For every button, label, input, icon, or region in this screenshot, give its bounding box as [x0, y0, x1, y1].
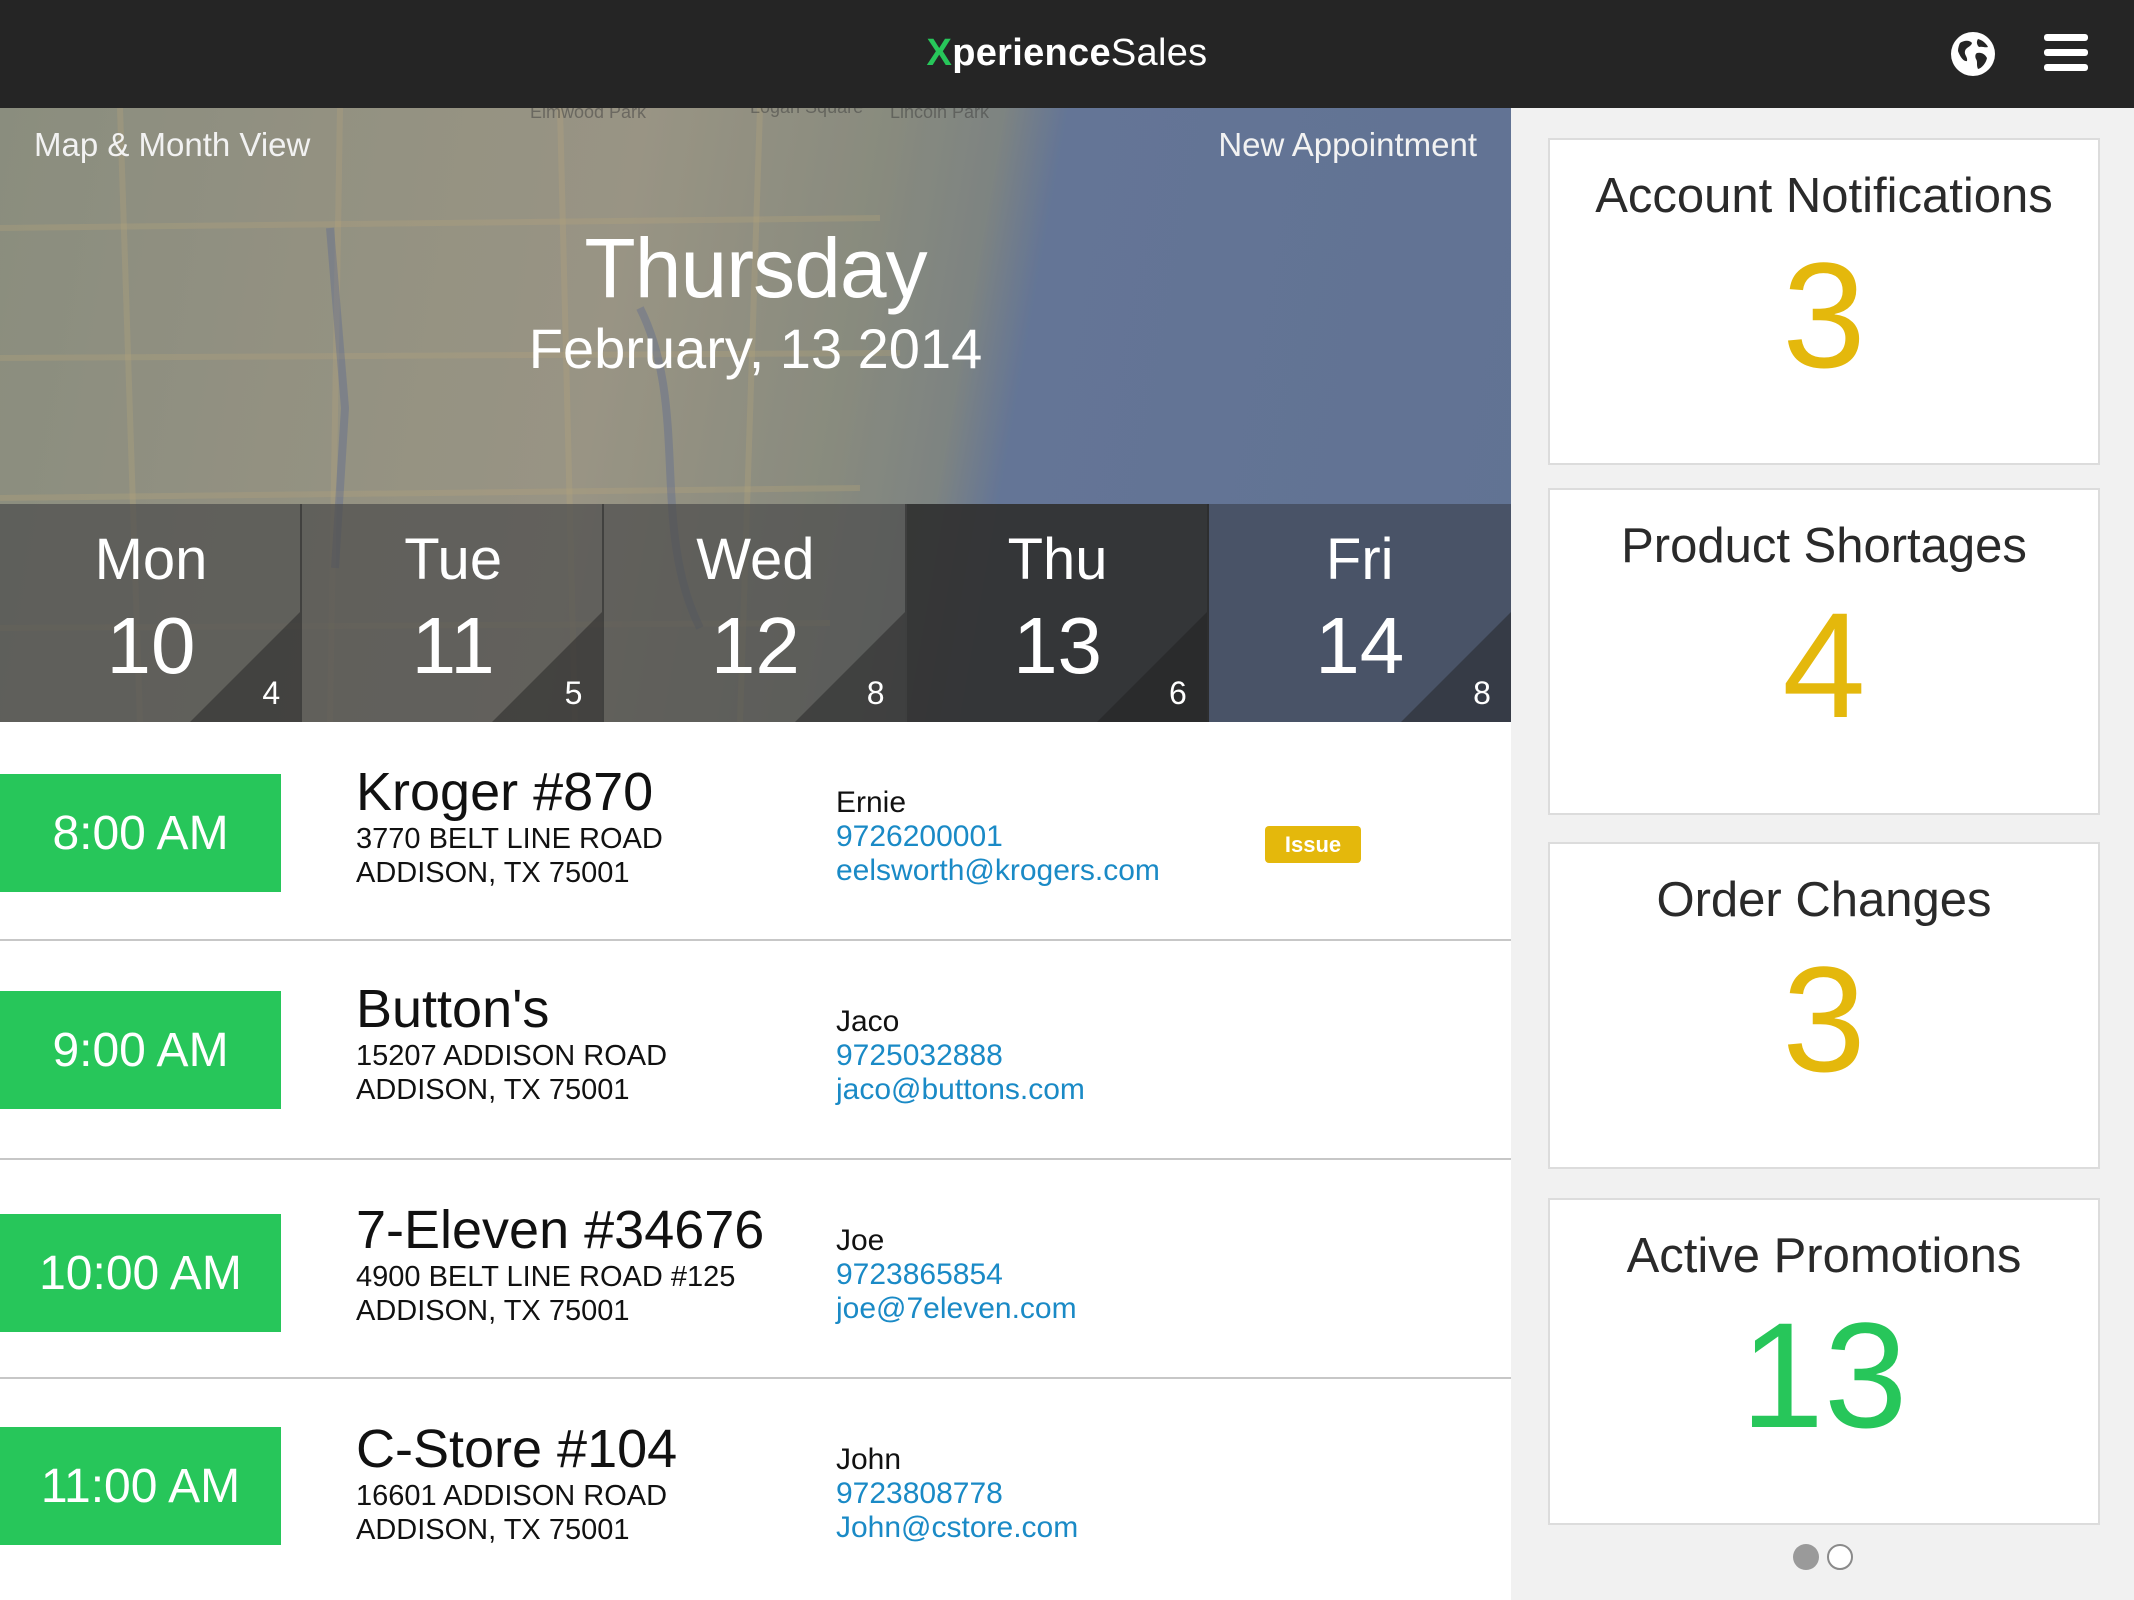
appointment-time-button[interactable]: 10:00 AM: [0, 1214, 281, 1332]
day-name: Thu: [1007, 527, 1108, 592]
contact-email-link[interactable]: jaco@buttons.com: [836, 1073, 1085, 1107]
hamburger-menu-icon[interactable]: [2044, 34, 2088, 72]
day-number: 12: [710, 601, 800, 690]
appointment-time-button[interactable]: 8:00 AM: [0, 774, 281, 892]
account-notifications-card[interactable]: Account Notifications 3: [1548, 138, 2100, 465]
store-address-line2: ADDISON, TX 75001: [356, 857, 630, 889]
store-address-line2: ADDISON, TX 75001: [356, 1514, 630, 1546]
appointment-count: 8: [1473, 675, 1491, 711]
card-value: 4: [1782, 581, 1866, 749]
appointment-count: 4: [262, 675, 281, 711]
contact-info: John 9723808778 John@cstore.com: [836, 1443, 1078, 1545]
selected-date: February, 13 2014: [528, 317, 983, 380]
contact-info: Jaco 9725032888 jaco@buttons.com: [836, 1005, 1085, 1107]
top-bar: XperienceSales: [0, 0, 2134, 108]
day-tab-wed[interactable]: Wed 12 8: [604, 504, 907, 722]
appointment-row[interactable]: 11:00 AM C-Store #104 16601 ADDISON ROAD…: [0, 1379, 1511, 1598]
appointment-row[interactable]: 10:00 AM 7-Eleven #34676 4900 BELT LINE …: [0, 1160, 1511, 1379]
store-address-line1: 3770 BELT LINE ROAD: [356, 823, 663, 855]
day-tab-thu[interactable]: Thu 13 6: [906, 504, 1209, 722]
appointment-row[interactable]: 9:00 AM Button's 15207 ADDISON ROAD ADDI…: [0, 941, 1511, 1160]
week-strip: Mon 10 4 Tue 11 5 Wed 12 8 Thu 13 6 Fri …: [0, 504, 1511, 722]
store-address-line1: 15207 ADDISON ROAD: [356, 1040, 668, 1072]
contact-info: Ernie 9726200001 eelsworth@krogers.com: [836, 786, 1160, 888]
active-promotions-card[interactable]: Active Promotions 13: [1548, 1198, 2100, 1525]
card-title: Active Promotions: [1626, 1229, 2022, 1283]
appointment-row[interactable]: 8:00 AM Kroger #870 3770 BELT LINE ROAD …: [0, 722, 1511, 941]
store-info: C-Store #104 16601 ADDISON ROAD ADDISON,…: [356, 1419, 677, 1547]
logo-bold: perience: [952, 32, 1111, 74]
contact-phone-link[interactable]: 9725032888: [836, 1039, 1085, 1073]
appointment-time-button[interactable]: 9:00 AM: [0, 991, 281, 1109]
logo-rest: Sales: [1110, 32, 1208, 74]
card-title: Product Shortages: [1621, 519, 2027, 573]
appointment-count: 8: [866, 675, 885, 711]
contact-name: Joe: [836, 1224, 885, 1257]
page-indicator: [1511, 1544, 2134, 1575]
card-value: 3: [1782, 231, 1866, 399]
store-name: C-Store #104: [356, 1419, 678, 1479]
globe-icon[interactable]: [1950, 31, 1996, 77]
contact-email-link[interactable]: joe@7eleven.com: [836, 1292, 1077, 1326]
contact-phone-link[interactable]: 9723808778: [836, 1477, 1078, 1511]
contact-name: Jaco: [836, 1005, 900, 1038]
page-dot-2[interactable]: [1826, 1544, 1853, 1570]
app-logo: XperienceSales: [0, 32, 2134, 75]
day-name: Fri: [1325, 527, 1394, 592]
store-address-line2: ADDISON, TX 75001: [356, 1074, 630, 1106]
new-appointment-link[interactable]: New Appointment: [1218, 126, 1477, 164]
appointment-list: 8:00 AM Kroger #870 3770 BELT LINE ROAD …: [0, 722, 1511, 1598]
contact-email-link[interactable]: eelsworth@krogers.com: [836, 854, 1160, 888]
store-address-line1: 4900 BELT LINE ROAD #125: [356, 1261, 736, 1293]
contact-email-link[interactable]: John@cstore.com: [836, 1511, 1078, 1545]
store-address-line2: ADDISON, TX 75001: [356, 1295, 630, 1327]
store-name: Kroger #870: [356, 762, 654, 822]
product-shortages-card[interactable]: Product Shortages 4: [1548, 488, 2100, 815]
day-tab-fri[interactable]: Fri 14 8: [1208, 504, 1511, 722]
store-info: Button's 15207 ADDISON ROAD ADDISON, TX …: [356, 979, 667, 1107]
card-value: 13: [1740, 1291, 1908, 1459]
contact-phone-link[interactable]: 9726200001: [836, 820, 1160, 854]
store-info: 7-Eleven #34676 4900 BELT LINE ROAD #125…: [356, 1200, 764, 1328]
store-name: Button's: [356, 979, 550, 1039]
card-title: Account Notifications: [1595, 169, 2053, 223]
logo-x: X: [926, 32, 953, 74]
appointment-time-button[interactable]: 11:00 AM: [0, 1427, 281, 1545]
page-dot-1[interactable]: [1792, 1544, 1819, 1570]
day-number: 11: [411, 601, 495, 690]
day-number: 13: [1013, 601, 1103, 690]
day-tab-mon[interactable]: Mon 10 4: [0, 504, 303, 722]
summary-panel: Account Notifications 3 Product Shortage…: [1511, 108, 2134, 1600]
issue-badge[interactable]: Issue: [1265, 826, 1361, 863]
day-number: 14: [1315, 601, 1405, 690]
contact-info: Joe 9723865854 joe@7eleven.com: [836, 1224, 1077, 1326]
day-name: Mon: [94, 527, 208, 592]
appointment-count: 5: [564, 675, 583, 711]
contact-phone-link[interactable]: 9723865854: [836, 1258, 1077, 1292]
contact-name: John: [836, 1443, 902, 1476]
day-tab-tue[interactable]: Tue 11 5: [302, 504, 605, 722]
day-number: 10: [106, 601, 196, 690]
order-changes-card[interactable]: Order Changes 3: [1548, 842, 2100, 1169]
contact-name: Ernie: [836, 786, 907, 819]
selected-day-name: Thursday: [584, 221, 927, 315]
store-address-line1: 16601 ADDISON ROAD: [356, 1480, 668, 1512]
store-name: 7-Eleven #34676: [356, 1200, 765, 1260]
map-month-view-link[interactable]: Map & Month View: [34, 126, 310, 164]
day-name: Wed: [696, 527, 815, 592]
card-title: Order Changes: [1656, 873, 1992, 927]
appointment-count: 6: [1168, 675, 1187, 711]
store-info: Kroger #870 3770 BELT LINE ROAD ADDISON,…: [356, 762, 663, 890]
card-value: 3: [1782, 935, 1866, 1103]
day-name: Tue: [404, 527, 503, 592]
